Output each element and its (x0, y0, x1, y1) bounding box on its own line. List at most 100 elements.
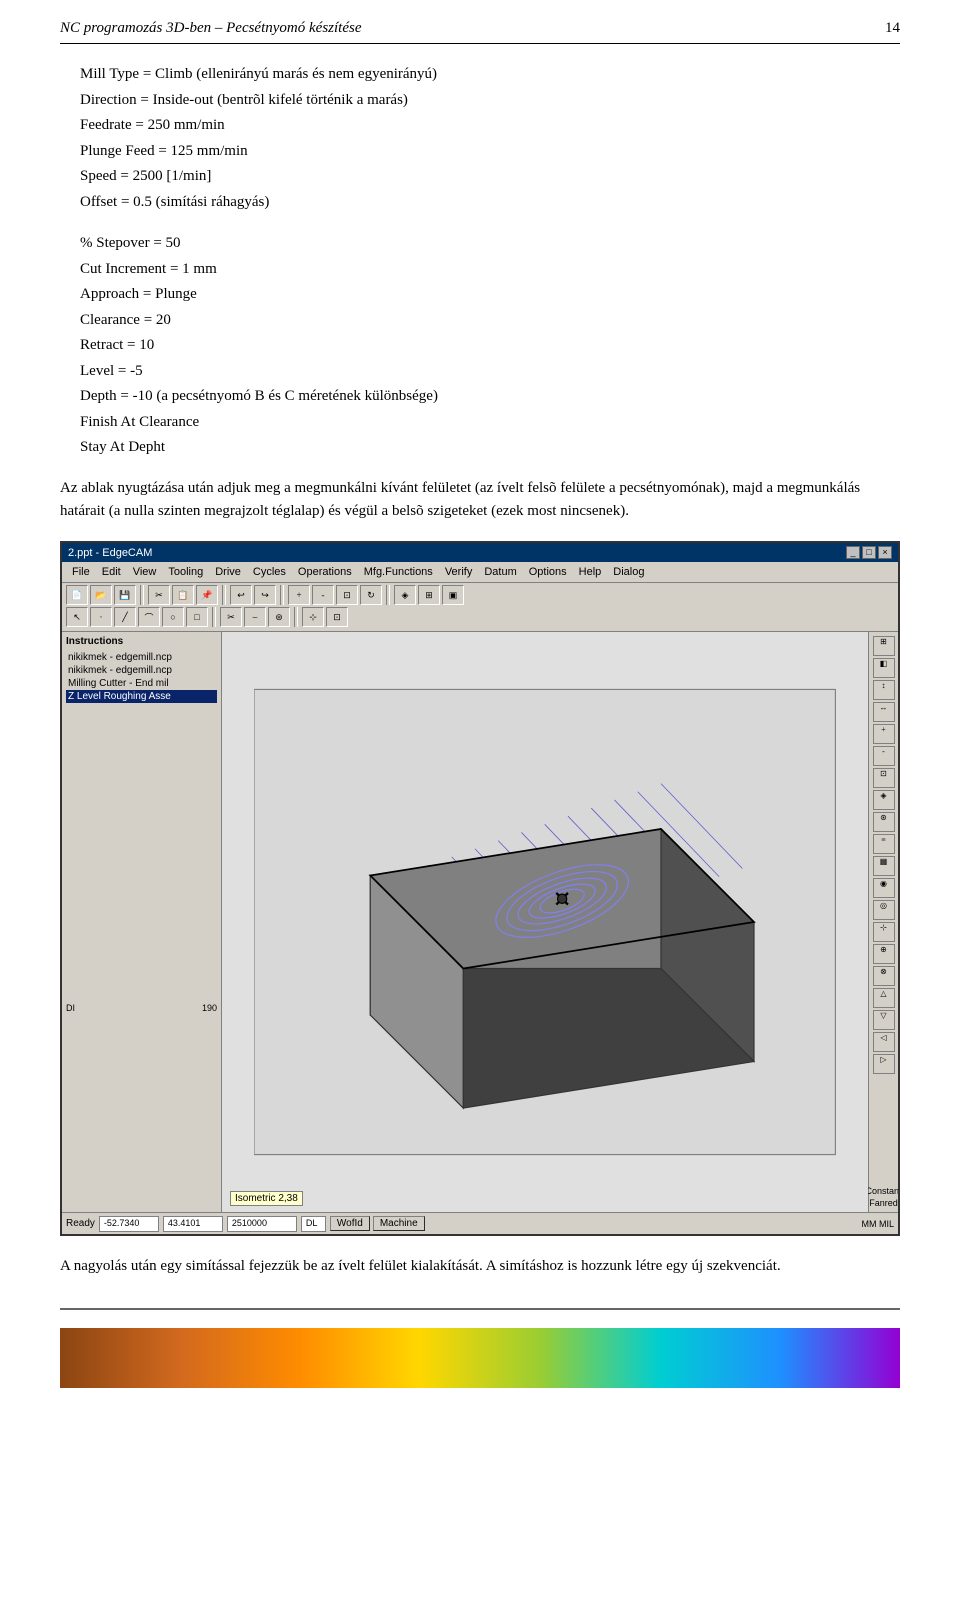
menu-drive[interactable]: Drive (209, 564, 247, 580)
status-y: 43.4101 (163, 1216, 223, 1232)
rt-btn-6[interactable]: - (873, 746, 895, 766)
rt-btn-2[interactable]: ◧ (873, 658, 895, 678)
close-button[interactable]: × (878, 546, 892, 559)
left-panel-item-4-selected[interactable]: Z Level Roughing Asse (66, 690, 217, 703)
page-footer (60, 1308, 900, 1388)
tb-zoom-fit[interactable]: ⊡ (336, 585, 358, 605)
rt-btn-3[interactable]: ↕ (873, 680, 895, 700)
rt-btn-13[interactable]: ◎ (873, 900, 895, 920)
maximize-button[interactable]: □ (862, 546, 876, 559)
tb-snap-grid[interactable]: ⊹ (302, 607, 324, 627)
tb-open[interactable]: 📂 (90, 585, 112, 605)
page-header: NC programozás 3D-ben – Pecsétnyomó kész… (60, 20, 900, 44)
param-offset: Offset = 0.5 (simítási ráhagyás) (80, 190, 900, 216)
toolbar-row-2: ↖ · ╱ ⌒ ○ □ ✂ ⌣ ⊛ ⊹ ⊡ (66, 607, 894, 627)
status-milli: MM MIL (862, 1219, 895, 1229)
left-coord-value: 190 (202, 1003, 217, 1013)
tb-zoom-out[interactable]: - (312, 585, 334, 605)
rt-btn-12[interactable]: ◉ (873, 878, 895, 898)
status-z: 2510000 (227, 1216, 297, 1232)
menu-dialog[interactable]: Dialog (607, 564, 650, 580)
rt-btn-14[interactable]: ⊹ (873, 922, 895, 942)
minimize-button[interactable]: _ (846, 546, 860, 559)
intro-text: Az ablak nyugtázása után adjuk meg a meg… (60, 477, 900, 524)
menu-tooling[interactable]: Tooling (162, 564, 209, 580)
rt-btn-16[interactable]: ⊗ (873, 966, 895, 986)
edgecam-menubar: File Edit View Tooling Drive Cycles Oper… (62, 562, 898, 583)
menu-view[interactable]: View (127, 564, 163, 580)
param-stepover: % Stepover = 50 (80, 231, 900, 257)
menu-datum[interactable]: Datum (478, 564, 522, 580)
tb-trim[interactable]: ✂ (220, 607, 242, 627)
tb-arc[interactable]: ⌒ (138, 607, 160, 627)
tb-new[interactable]: 📄 (66, 585, 88, 605)
tb-sep6 (294, 607, 298, 627)
menu-edit[interactable]: Edit (96, 564, 127, 580)
tb-rect[interactable]: □ (186, 607, 208, 627)
bottom-text-1: A nagyolás után egy simítással fejezzük … (60, 1254, 900, 1278)
tb-line[interactable]: ╱ (114, 607, 136, 627)
intro-text-block: Az ablak nyugtázása után adjuk meg a meg… (60, 477, 900, 524)
param-depth: Depth = -10 (a pecsétnyomó B és C méreté… (80, 384, 900, 410)
param-feedrate: Feedrate = 250 mm/min (80, 113, 900, 139)
rt-btn-1[interactable]: ⊞ (873, 636, 895, 656)
edgecam-title: 2.ppt - EdgeCAM (68, 547, 152, 559)
param-cut-increment: Cut Increment = 1 mm (80, 257, 900, 283)
left-panel-item-3[interactable]: Milling Cutter - End mil (66, 677, 217, 690)
status-machine-btn[interactable]: Machine (373, 1216, 425, 1231)
rt-btn-7[interactable]: ⊡ (873, 768, 895, 788)
tb-cut[interactable]: ✂ (148, 585, 170, 605)
tb-circle[interactable]: ○ (162, 607, 184, 627)
rt-btn-4[interactable]: ↔ (873, 702, 895, 722)
tb-paste[interactable]: 📌 (196, 585, 218, 605)
rt-btn-17[interactable]: △ (873, 988, 895, 1008)
rt-btn-18[interactable]: ▽ (873, 1010, 895, 1030)
tb-redo[interactable]: ↪ (254, 585, 276, 605)
tb-fillet[interactable]: ⌣ (244, 607, 266, 627)
rt-btn-19[interactable]: ◁ (873, 1032, 895, 1052)
rt-btn-10[interactable]: ≡ (873, 834, 895, 854)
left-panel-item-1[interactable]: nikikmek - edgemill.ncp (66, 651, 217, 664)
left-panel-item-2[interactable]: nikikmek - edgemill.ncp (66, 664, 217, 677)
left-panel: Instructions nikikmek - edgemill.ncp nik… (62, 632, 222, 1212)
param-finish-at-clearance: Finish At Clearance (80, 410, 900, 436)
tb-copy[interactable]: 📋 (172, 585, 194, 605)
tb-view-iso[interactable]: ◈ (394, 585, 416, 605)
rt-btn-15[interactable]: ⊕ (873, 944, 895, 964)
bottom-content-block: A nagyolás után egy simítással fejezzük … (60, 1254, 900, 1278)
footer-gradient-bar (60, 1328, 900, 1388)
viewport-svg (254, 661, 835, 1183)
menu-mfg[interactable]: Mfg.Functions (358, 564, 439, 580)
menu-cycles[interactable]: Cycles (247, 564, 292, 580)
menu-help[interactable]: Help (573, 564, 608, 580)
rt-btn-11[interactable]: ▦ (873, 856, 895, 876)
menu-verify[interactable]: Verify (439, 564, 479, 580)
param-speed: Speed = 2500 [1/min] (80, 164, 900, 190)
tb-offset2[interactable]: ⊛ (268, 607, 290, 627)
menu-options[interactable]: Options (523, 564, 573, 580)
left-coord-label: DI (66, 1003, 75, 1013)
tb-view-front[interactable]: ▣ (442, 585, 464, 605)
status-wofid-btn[interactable]: WofId (330, 1216, 370, 1231)
tb-zoom-in[interactable]: + (288, 585, 310, 605)
tb-save[interactable]: 💾 (114, 585, 136, 605)
menu-operations[interactable]: Operations (292, 564, 358, 580)
menu-file[interactable]: File (66, 564, 96, 580)
tb-snap-end[interactable]: ⊡ (326, 607, 348, 627)
rt-btn-5[interactable]: + (873, 724, 895, 744)
tb-point[interactable]: · (90, 607, 112, 627)
rt-label-fanred: Fanred (869, 1198, 898, 1208)
rt-btn-20[interactable]: ▷ (873, 1054, 895, 1074)
rt-btn-9[interactable]: ⊛ (873, 812, 895, 832)
tool-marker (557, 893, 569, 905)
rt-btn-8[interactable]: ◈ (873, 790, 895, 810)
tb-undo[interactable]: ↩ (230, 585, 252, 605)
params-list-2: % Stepover = 50 Cut Increment = 1 mm App… (80, 231, 900, 461)
tb-view-top[interactable]: ⊞ (418, 585, 440, 605)
titlebar-buttons: _ □ × (846, 546, 892, 559)
section2-block: % Stepover = 50 Cut Increment = 1 mm App… (60, 231, 900, 461)
tb-select[interactable]: ↖ (66, 607, 88, 627)
main-area: Instructions nikikmek - edgemill.ncp nik… (62, 632, 898, 1212)
left-panel-title: Instructions (66, 636, 217, 647)
tb-rotate[interactable]: ↻ (360, 585, 382, 605)
